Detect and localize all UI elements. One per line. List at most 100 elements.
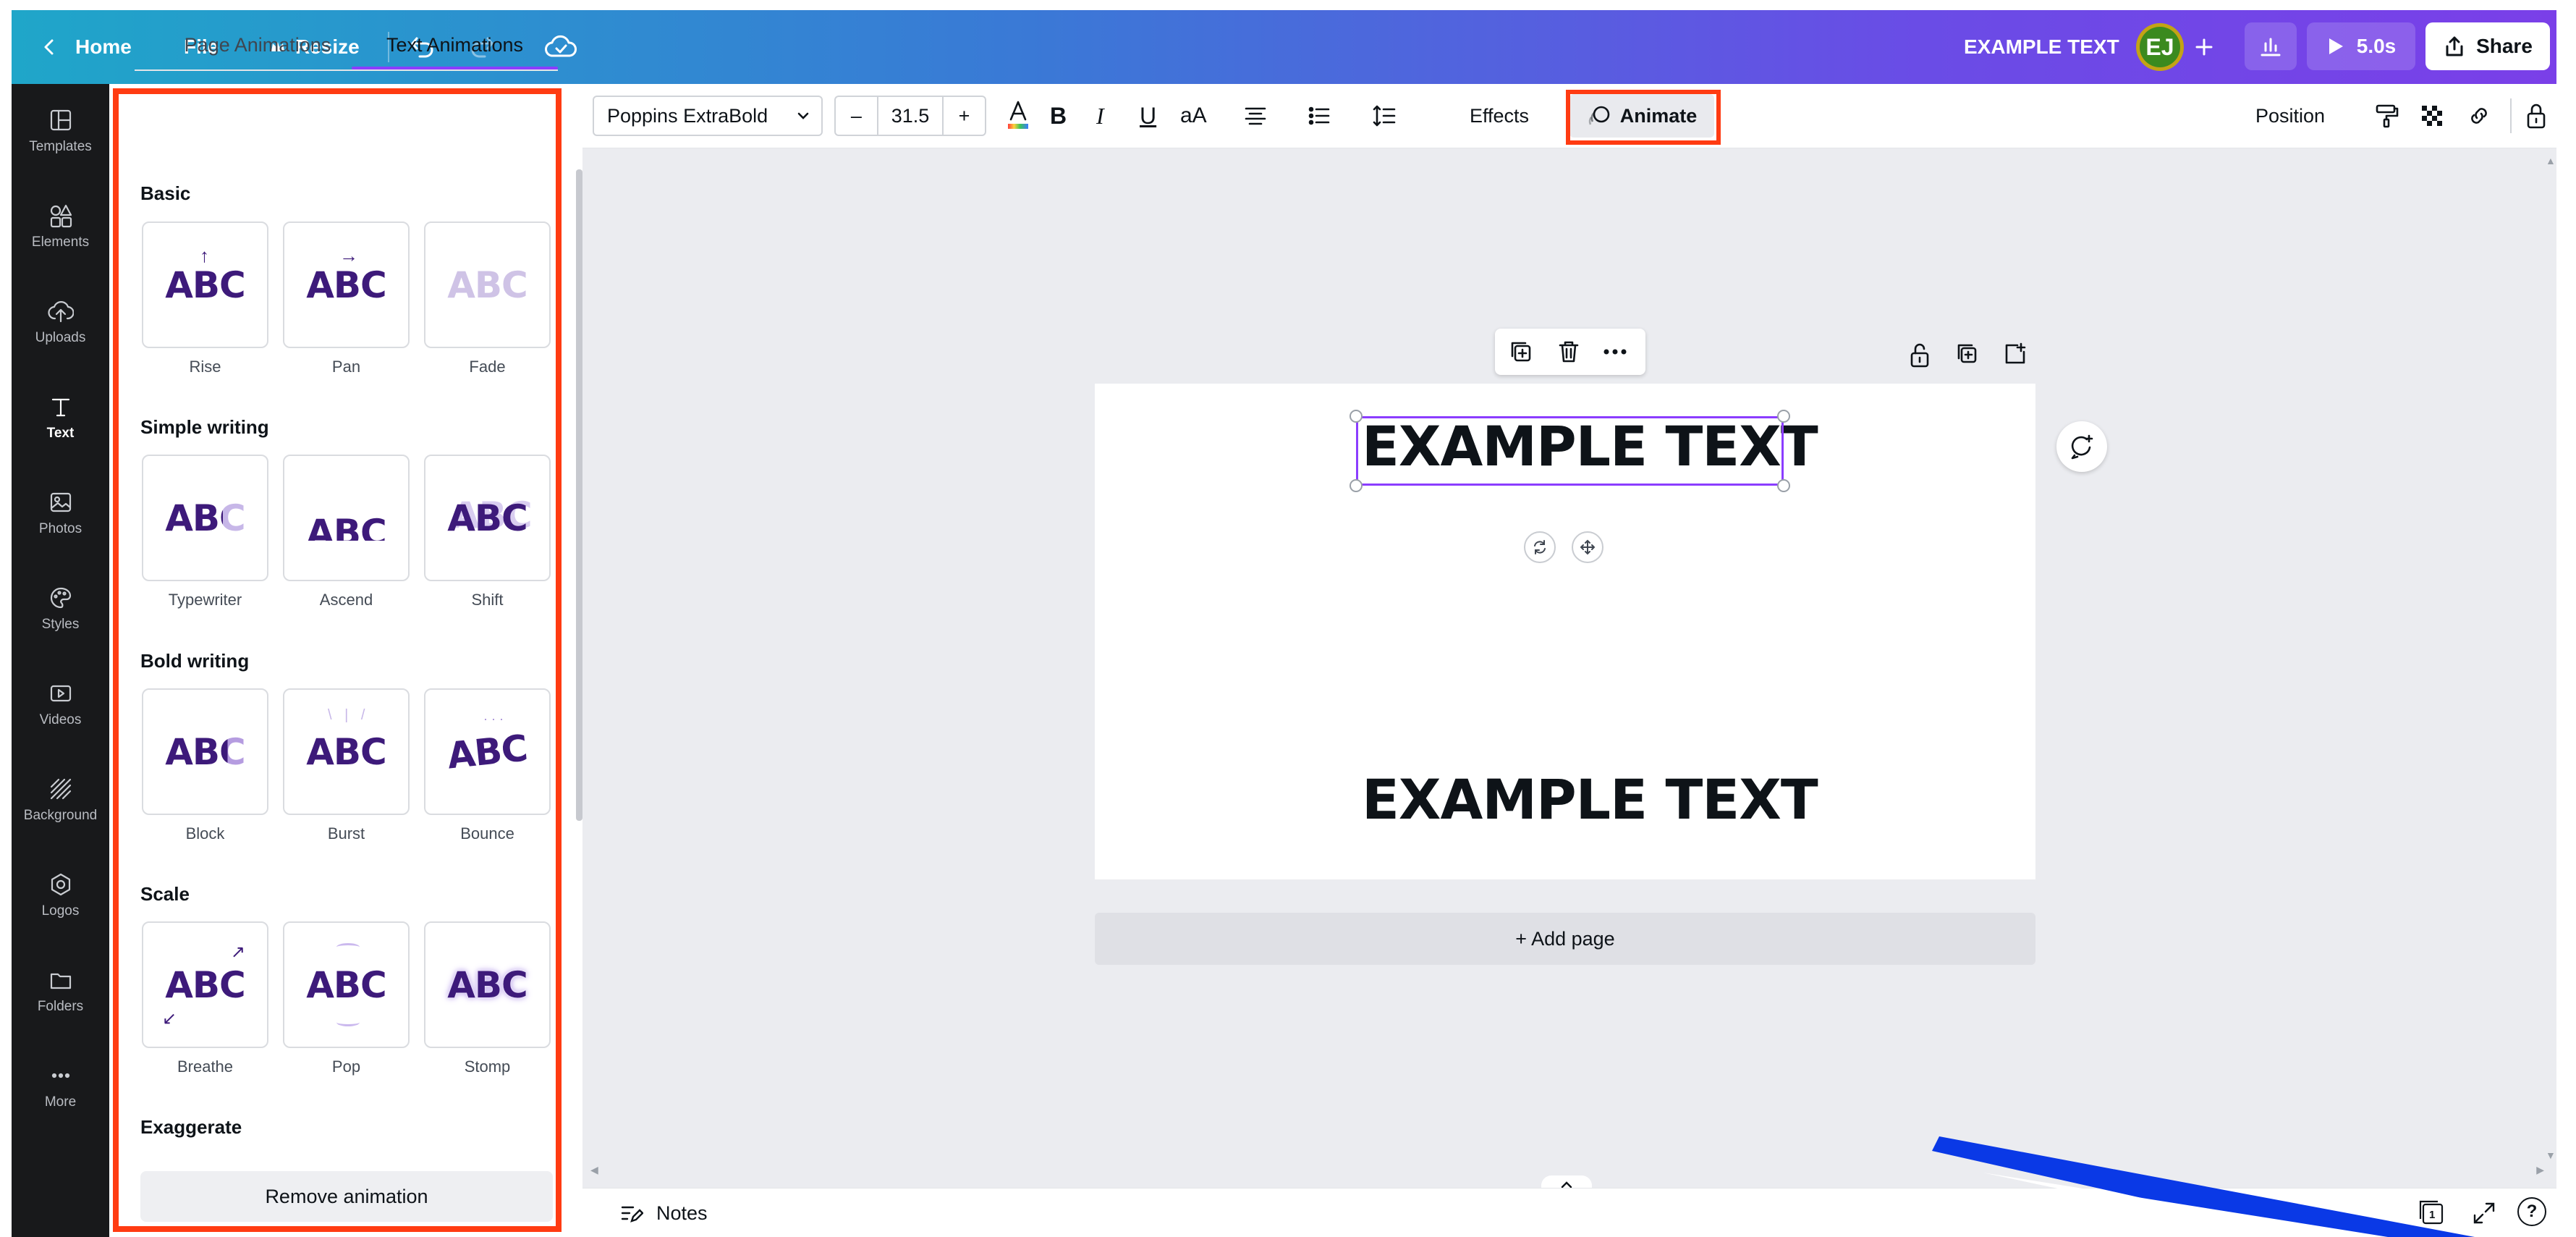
text-color-button[interactable] — [1002, 84, 1034, 148]
animation-card-shift[interactable]: ABC — [424, 455, 551, 581]
rail-item-folders[interactable]: Folders — [12, 948, 109, 1034]
position-button[interactable]: Position — [2255, 84, 2325, 148]
move-icon — [1580, 539, 1596, 555]
animation-card-fade[interactable]: ABC — [424, 221, 551, 348]
rotate-handle[interactable] — [1524, 531, 1556, 563]
rail-item-videos[interactable]: Videos — [12, 662, 109, 747]
section-title: Exaggerate — [140, 1116, 242, 1138]
animation-card-pan[interactable]: → ABC — [283, 221, 410, 348]
rail-label: Background — [23, 808, 98, 823]
document-title[interactable]: EXAMPLE TEXT — [1964, 10, 2119, 84]
tab-divider — [135, 69, 558, 71]
rail-item-elements[interactable]: Elements — [12, 184, 109, 269]
rail-item-more[interactable]: More — [12, 1044, 109, 1129]
tab-label: Text Animations — [386, 33, 524, 56]
resize-handle[interactable] — [1777, 410, 1790, 423]
animation-card-block[interactable]: ABC — [142, 688, 268, 815]
lock-icon — [2527, 104, 2546, 129]
animation-preview: ABC — [306, 263, 387, 306]
italic-icon: I — [1096, 102, 1104, 129]
animation-card-ascend[interactable]: ABC — [283, 455, 410, 581]
animation-preview: ABC — [306, 730, 387, 773]
resize-handle[interactable] — [1350, 479, 1363, 492]
rail-item-templates[interactable]: Templates — [12, 88, 109, 174]
left-rail: Templates Elements Uploads Text Photos S… — [12, 84, 109, 1237]
transparency-button[interactable] — [2419, 84, 2445, 148]
avatar[interactable]: EJ — [2136, 23, 2184, 71]
home-label: Home — [75, 35, 132, 58]
list-button[interactable] — [1306, 84, 1332, 148]
rail-item-logos[interactable]: Logos — [12, 853, 109, 938]
play-icon — [2329, 38, 2343, 54]
scroll-up-arrow-icon: ▲ — [2546, 155, 2556, 166]
duplicate-button[interactable] — [1508, 339, 1534, 368]
underline-button[interactable]: U — [1140, 84, 1156, 148]
letter-case-button[interactable]: aA — [1180, 84, 1207, 148]
more-options-button[interactable] — [1601, 339, 1630, 365]
add-comment-button[interactable] — [2056, 421, 2107, 472]
canvas-text-bottom[interactable]: EXAMPLE TEXT — [1362, 767, 1818, 832]
canvas-vertical-scrollbar[interactable]: ▲ ▼ — [2546, 155, 2556, 1161]
animation-card-rise[interactable]: ↑ ABC — [142, 221, 268, 348]
animate-label: Animate — [1619, 104, 1698, 127]
insights-button[interactable] — [2245, 22, 2297, 70]
rail-item-background[interactable]: Background — [12, 757, 109, 843]
lock-button[interactable] — [2523, 84, 2549, 148]
increase-font-size-button[interactable]: + — [942, 97, 985, 135]
add-page-icon-button[interactable] — [2003, 342, 2028, 370]
tab-text-animations[interactable]: Text Animations — [352, 23, 558, 67]
resize-handle[interactable] — [1350, 410, 1363, 423]
animation-label: Block — [185, 824, 225, 843]
remove-animation-button[interactable]: Remove animation — [140, 1171, 553, 1222]
tab-page-animations[interactable]: Page Animations — [164, 23, 352, 67]
duplicate-page-button[interactable] — [1955, 342, 1980, 370]
animation-preview: ABC — [165, 963, 246, 1006]
text-icon — [51, 398, 69, 417]
effects-button[interactable]: Effects — [1470, 84, 1529, 148]
arrow-up-icon: ↑ — [200, 245, 209, 266]
present-button[interactable]: 5.0s — [2307, 22, 2415, 70]
pop-arc-icon — [336, 1018, 360, 1026]
animation-card-burst[interactable]: \ | / ABC — [283, 688, 410, 815]
invite-button[interactable] — [2192, 10, 2216, 84]
font-size-input[interactable]: 31.5 — [878, 105, 942, 127]
resize-handle[interactable] — [1777, 479, 1790, 492]
move-handle[interactable] — [1572, 531, 1603, 563]
spacing-button[interactable] — [1371, 84, 1397, 148]
font-family-select[interactable]: Poppins ExtraBold — [593, 96, 823, 136]
rail-label: Folders — [37, 999, 84, 1014]
animation-card-typewriter[interactable]: ABC — [142, 455, 268, 581]
delete-button[interactable] — [1556, 339, 1582, 368]
italic-button[interactable]: I — [1096, 84, 1104, 148]
link-button[interactable] — [2465, 84, 2493, 148]
animate-button[interactable]: Animate — [1569, 94, 1714, 138]
add-page-button[interactable]: + Add page — [1095, 913, 2035, 965]
position-label: Position — [2255, 104, 2326, 127]
notes-label: Notes — [656, 1202, 708, 1224]
lock-page-button[interactable] — [1907, 342, 1932, 373]
animation-card-pop[interactable]: ABC — [283, 921, 410, 1048]
animation-card-bounce[interactable]: · · · ABC — [424, 688, 551, 815]
animation-label: Pan — [331, 358, 361, 376]
notes-button[interactable]: Notes — [619, 1189, 708, 1237]
rail-item-uploads[interactable]: Uploads — [12, 279, 109, 365]
copy-style-button[interactable] — [2373, 84, 2400, 148]
animation-card-breathe[interactable]: ↗ ↙ ABC — [142, 921, 268, 1048]
pop-arc-icon — [336, 943, 360, 951]
decrease-font-size-button[interactable]: – — [836, 97, 878, 135]
bold-button[interactable]: B — [1050, 84, 1067, 148]
letter-case-label: aA — [1180, 104, 1207, 127]
rail-item-photos[interactable]: Photos — [12, 470, 109, 556]
align-button[interactable] — [1242, 84, 1268, 148]
animation-label: Typewriter — [168, 591, 242, 609]
share-button[interactable]: Share — [2425, 22, 2550, 70]
panel-scrollbar[interactable] — [576, 169, 582, 821]
home-button[interactable]: Home — [39, 10, 132, 84]
animation-label: Breathe — [177, 1057, 234, 1076]
share-label: Share — [2476, 35, 2533, 57]
rail-item-styles[interactable]: Styles — [12, 566, 109, 651]
animation-card-stomp[interactable]: ABC — [424, 921, 551, 1048]
font-size-stepper[interactable]: – 31.5 + — [834, 96, 986, 136]
rail-item-text[interactable]: Text — [12, 375, 109, 460]
bounce-dots-icon: · · · — [483, 712, 504, 726]
